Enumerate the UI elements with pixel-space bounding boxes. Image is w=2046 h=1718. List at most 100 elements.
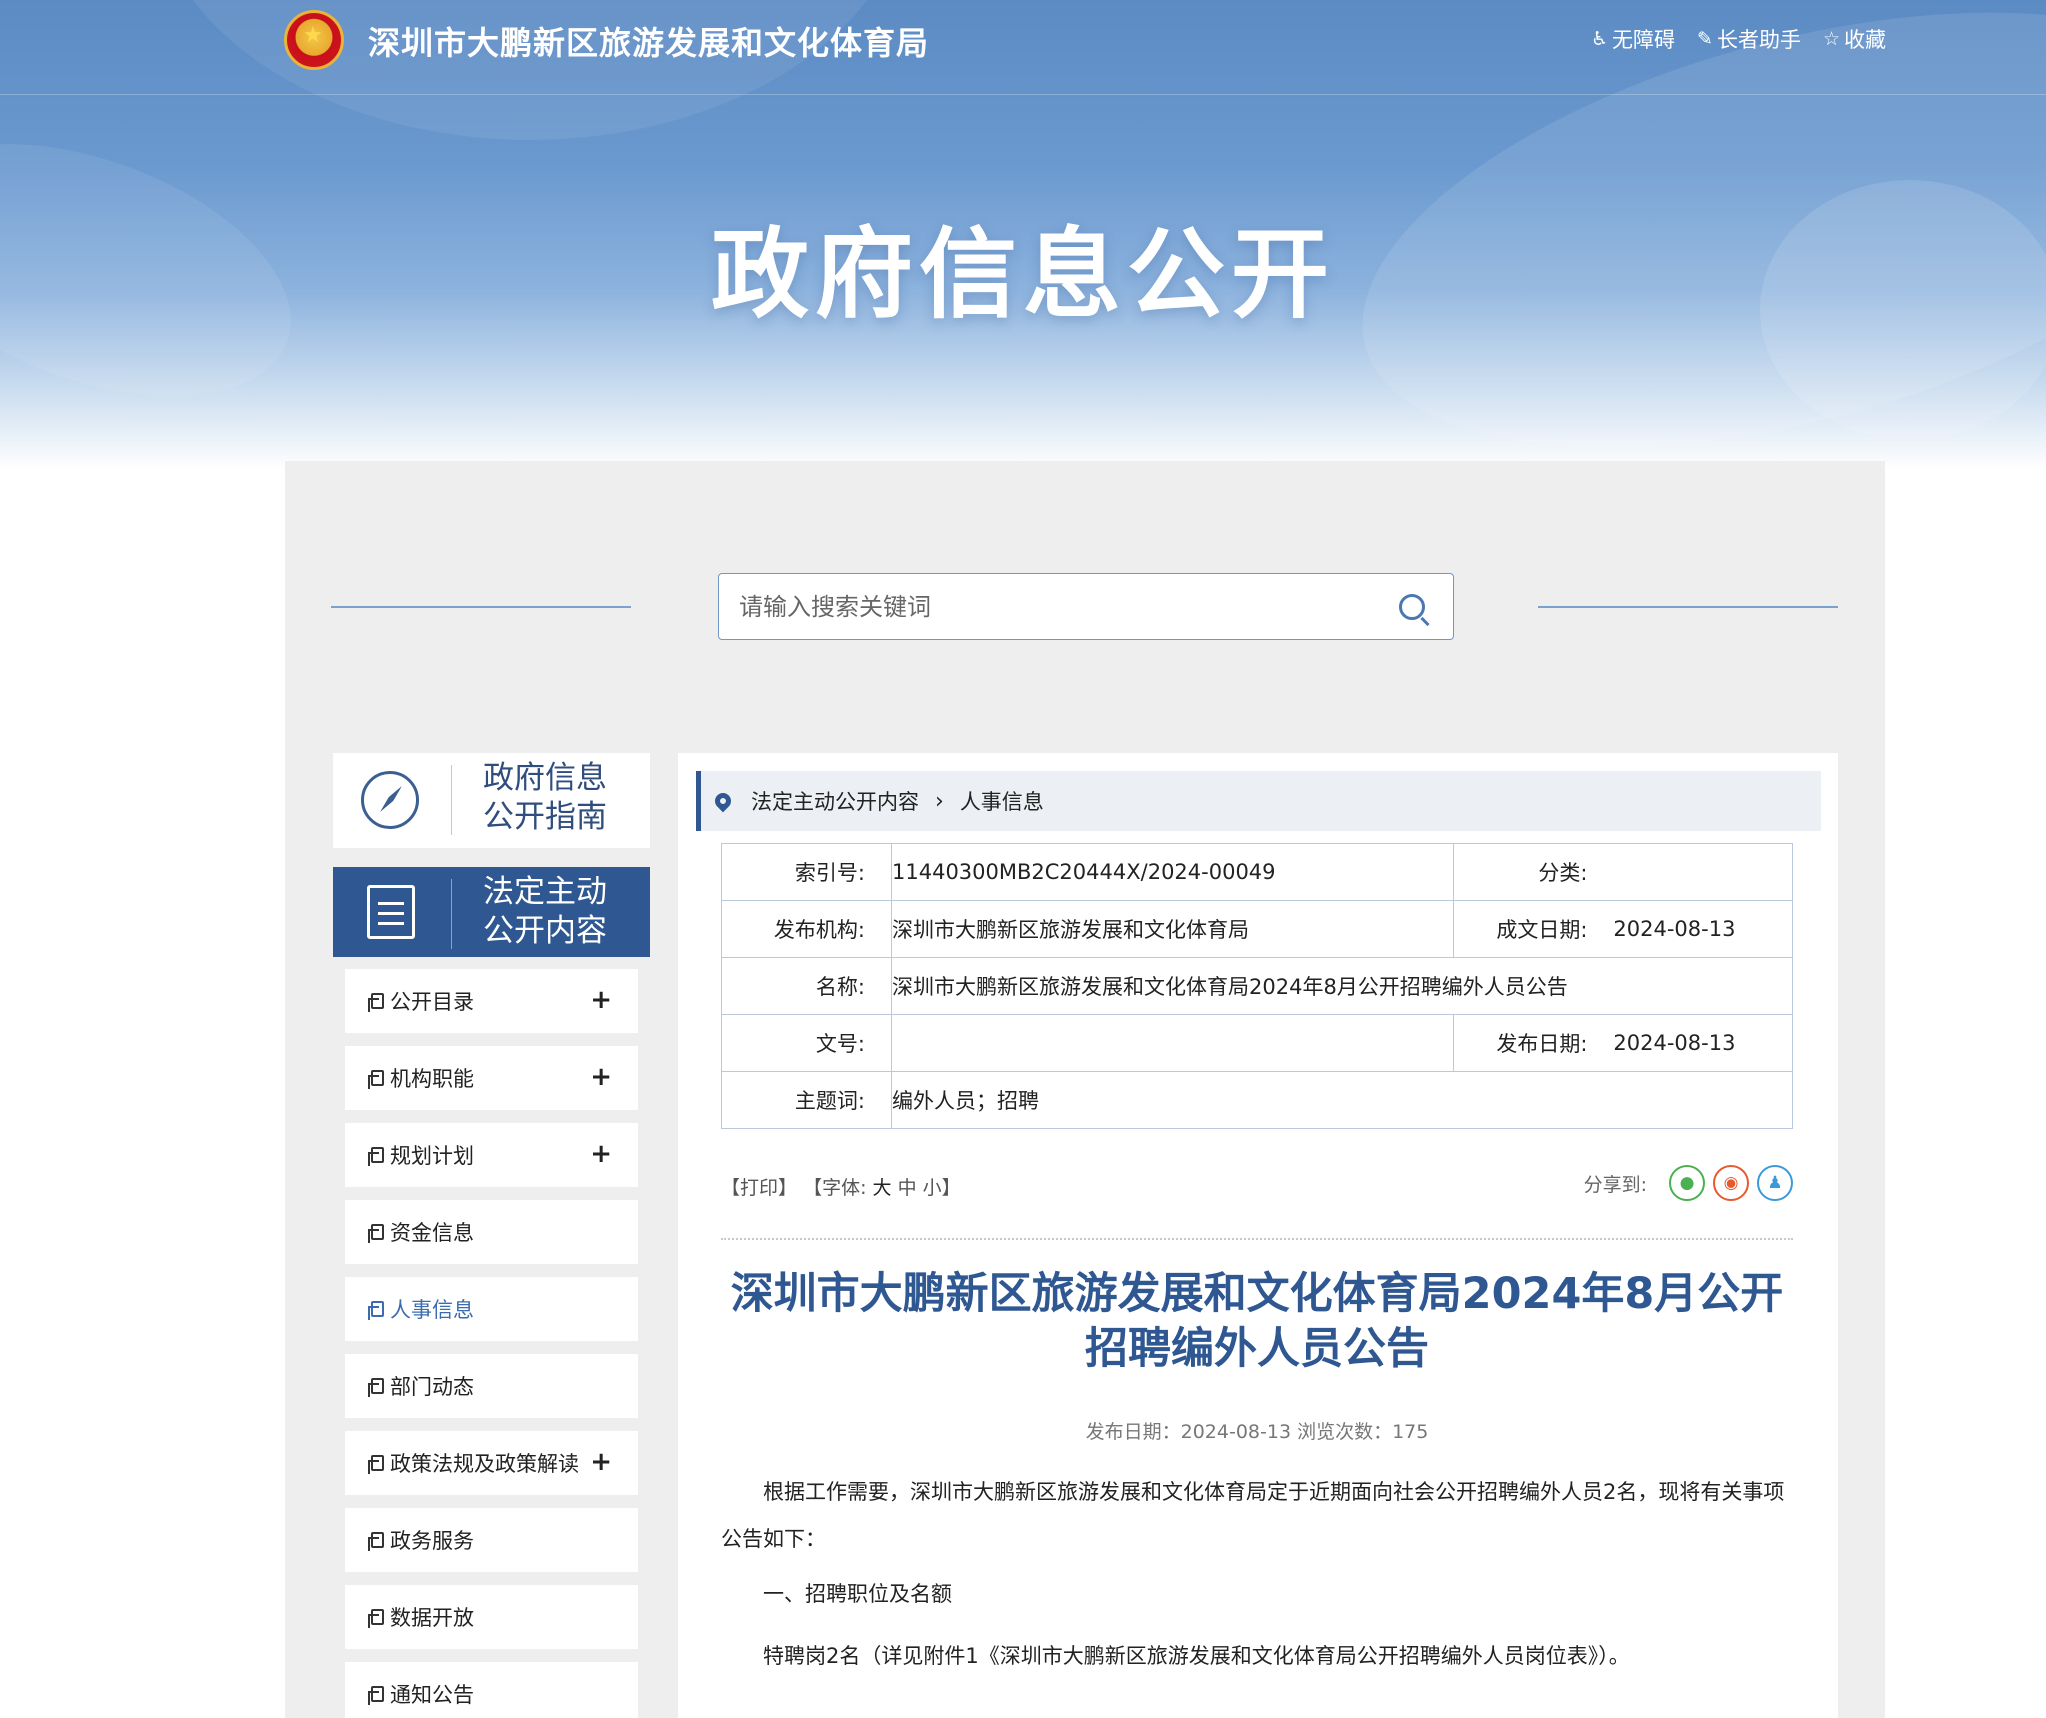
sidebar-item-plans[interactable]: 规划计划 + bbox=[345, 1123, 638, 1187]
elder-helper-label: 长者助手 bbox=[1716, 28, 1801, 52]
sidebar-item-funds[interactable]: 资金信息 bbox=[345, 1200, 638, 1264]
favorite-label: 收藏 bbox=[1844, 28, 1886, 52]
sidebar-item-notices[interactable]: 通知公告 bbox=[345, 1662, 638, 1718]
font-small-button[interactable]: 小】 bbox=[923, 1177, 961, 1199]
copy-icon bbox=[368, 1378, 384, 1397]
sidebar-item-news[interactable]: 部门动态 bbox=[345, 1354, 638, 1418]
sidebar-active-title: 法定主动 公开内容 bbox=[483, 873, 607, 951]
weibo-icon[interactable]: ◉ bbox=[1713, 1165, 1749, 1201]
created-date-label: 成文日期: bbox=[1452, 900, 1614, 958]
sidebar-item-label: 规划计划 bbox=[390, 1144, 474, 1168]
accessibility-label: 无障碍 bbox=[1612, 28, 1676, 52]
search-input[interactable] bbox=[739, 574, 1379, 639]
wechat-icon[interactable]: ● bbox=[1669, 1165, 1705, 1201]
keywords-label: 主题词: bbox=[721, 1071, 892, 1129]
location-pin-icon bbox=[711, 789, 735, 813]
font-large-button[interactable]: 大 bbox=[873, 1177, 892, 1199]
article-publish-info: 发布日期：2024-08-13 浏览次数：175 bbox=[1085, 1421, 1429, 1443]
share-label: 分享到: bbox=[1583, 1173, 1647, 1196]
copy-icon bbox=[368, 1301, 384, 1320]
sidebar-item-label: 机构职能 bbox=[390, 1067, 474, 1091]
expand-icon[interactable]: + bbox=[590, 1062, 612, 1092]
table-row: 文号: 发布日期: 2024-08-13 bbox=[721, 1014, 1794, 1072]
doc-number-value bbox=[891, 1014, 1454, 1072]
star-icon: ☆ bbox=[1822, 28, 1840, 50]
header-banner: 深圳市大鹏新区旅游发展和文化体育局 ♿ 无障碍 ✎ 长者助手 ☆ 收藏 政府信息… bbox=[0, 0, 2046, 470]
breadcrumb-current-link[interactable]: 人事信息 bbox=[960, 786, 1044, 816]
sidebar-item-personnel[interactable]: 人事信息 bbox=[345, 1277, 638, 1341]
breadcrumb-parent-link[interactable]: 法定主动公开内容 bbox=[751, 786, 919, 816]
search-icon[interactable] bbox=[1399, 594, 1425, 620]
copy-icon bbox=[368, 1609, 384, 1628]
sidebar-guide-line-2: 公开指南 bbox=[483, 799, 607, 835]
copy-icon bbox=[368, 993, 384, 1012]
article-section-heading: 一、招聘职位及名额 bbox=[763, 1582, 952, 1606]
copy-icon bbox=[368, 1532, 384, 1551]
article-paragraph: 特聘岗2名（详见附件1《深圳市大鹏新区旅游发展和文化体育局公开招聘编外人员岗位表… bbox=[763, 1644, 1630, 1668]
sidebar-item-label: 公开目录 bbox=[390, 990, 474, 1014]
chevron-right-icon: › bbox=[935, 788, 944, 814]
sidebar-menu: 公开目录 + 机构职能 + 规划计划 + 资金信息 人事信息 部门动态 政策法规… bbox=[345, 969, 638, 1718]
sidebar-item-label: 部门动态 bbox=[390, 1375, 474, 1399]
print-font-tools: 【打印】 【字体: 大 中 小】 bbox=[721, 1173, 961, 1200]
site-name[interactable]: 深圳市大鹏新区旅游发展和文化体育局 bbox=[368, 18, 929, 64]
sidebar-guide-title: 政府信息 公开指南 bbox=[483, 759, 607, 837]
sidebar-item-label: 人事信息 bbox=[390, 1298, 474, 1322]
top-tools: ♿ 无障碍 ✎ 长者助手 ☆ 收藏 bbox=[1591, 24, 1886, 54]
copy-icon bbox=[368, 1224, 384, 1243]
sidebar-item-label: 数据开放 bbox=[390, 1606, 474, 1630]
divider bbox=[451, 879, 452, 949]
index-label: 索引号: bbox=[721, 843, 892, 901]
copy-icon bbox=[368, 1455, 384, 1474]
sidebar-guide-link[interactable]: 政府信息 公开指南 bbox=[333, 753, 650, 848]
sidebar-item-policies[interactable]: 政策法规及政策解读 + bbox=[345, 1431, 638, 1495]
font-medium-button[interactable]: 中 bbox=[898, 1177, 917, 1199]
keywords-value: 编外人员；招聘 bbox=[891, 1071, 1793, 1129]
search-decoration-line bbox=[1538, 606, 1838, 608]
sidebar-item-label: 政务服务 bbox=[390, 1529, 474, 1553]
copy-icon bbox=[368, 1070, 384, 1089]
publisher-label: 发布机构: bbox=[721, 900, 892, 958]
compass-icon bbox=[361, 771, 419, 829]
expand-icon[interactable]: + bbox=[590, 1139, 612, 1169]
copy-icon bbox=[368, 1686, 384, 1705]
search-decoration-line bbox=[331, 606, 631, 608]
article-tools-bar: 【打印】 【字体: 大 中 小】 分享到: ● ◉ ♟ bbox=[721, 1165, 1793, 1201]
publish-date-value: 2024-08-13 bbox=[1613, 1014, 1794, 1072]
sidebar-active-section[interactable]: 法定主动 公开内容 bbox=[333, 867, 650, 957]
elder-helper-button[interactable]: ✎ 长者助手 bbox=[1697, 24, 1801, 54]
breadcrumb: 法定主动公开内容 › 人事信息 bbox=[696, 771, 1821, 831]
dotted-divider bbox=[721, 1238, 1793, 1240]
document-icon bbox=[367, 885, 415, 939]
sidebar-guide-line-1: 政府信息 bbox=[483, 760, 607, 796]
name-label: 名称: bbox=[721, 957, 892, 1015]
sidebar-item-functions[interactable]: 机构职能 + bbox=[345, 1046, 638, 1110]
sidebar-item-label: 通知公告 bbox=[390, 1683, 474, 1707]
banner-divider bbox=[0, 94, 2046, 95]
accessibility-icon: ♿ bbox=[1590, 28, 1609, 50]
info-meta-table: 索引号: 11440300MB2C20444X/2024-00049 分类: 发… bbox=[721, 843, 1794, 1129]
sidebar-item-catalog[interactable]: 公开目录 + bbox=[345, 969, 638, 1033]
elder-helper-icon: ✎ bbox=[1697, 28, 1713, 50]
divider bbox=[451, 765, 452, 835]
hero-title: 政府信息公开 bbox=[710, 218, 1335, 332]
sidebar-item-services[interactable]: 政务服务 bbox=[345, 1508, 638, 1572]
sidebar-active-line-1: 法定主动 bbox=[483, 874, 607, 910]
index-value: 11440300MB2C20444X/2024-00049 bbox=[891, 843, 1454, 901]
sidebar-active-line-2: 公开内容 bbox=[483, 913, 607, 949]
main-panel: 政府信息 公开指南 法定主动 公开内容 公开目录 + 机构职能 + 规划计划 + bbox=[285, 461, 1885, 1718]
category-value bbox=[1613, 843, 1794, 901]
sidebar-item-open-data[interactable]: 数据开放 bbox=[345, 1585, 638, 1649]
article-paragraph: 根据工作需要，深圳市大鹏新区旅游发展和文化体育局定于近期面向社会公开招聘编外人员… bbox=[721, 1480, 1785, 1551]
print-button[interactable]: 【打印】 bbox=[721, 1177, 797, 1199]
font-size-label: 【字体: bbox=[803, 1177, 867, 1199]
favorite-button[interactable]: ☆ 收藏 bbox=[1823, 24, 1886, 54]
expand-icon[interactable]: + bbox=[590, 985, 612, 1015]
qq-icon[interactable]: ♟ bbox=[1757, 1165, 1793, 1201]
accessibility-button[interactable]: ♿ 无障碍 bbox=[1591, 24, 1675, 54]
national-emblem-icon bbox=[284, 10, 344, 70]
expand-icon[interactable]: + bbox=[590, 1447, 612, 1477]
table-row: 发布机构: 深圳市大鹏新区旅游发展和文化体育局 成文日期: 2024-08-13 bbox=[721, 900, 1794, 958]
category-label: 分类: bbox=[1452, 843, 1614, 901]
search-box bbox=[718, 573, 1454, 640]
